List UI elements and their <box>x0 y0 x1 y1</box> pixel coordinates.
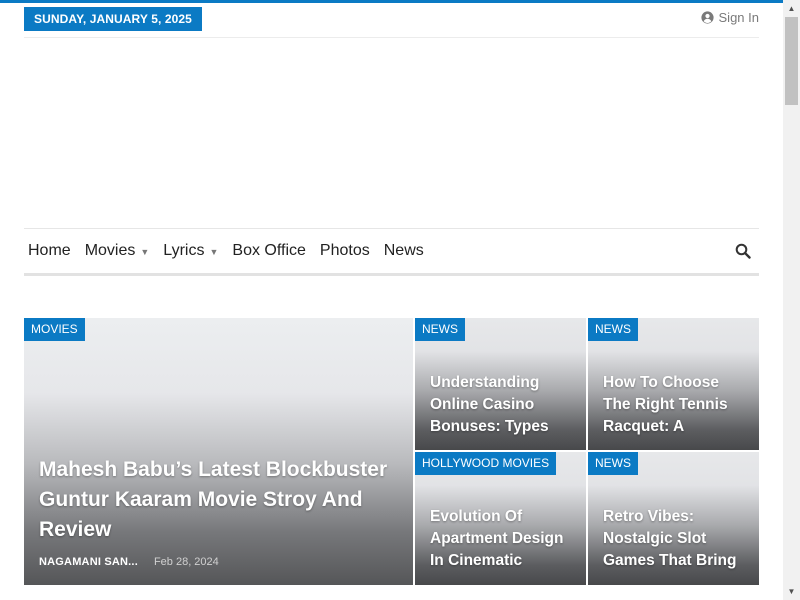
nav-item-home[interactable]: Home <box>24 229 75 276</box>
post-card[interactable]: NEWS Understanding Online Casino Bonuses… <box>415 318 586 450</box>
category-badge[interactable]: NEWS <box>415 318 465 341</box>
category-badge[interactable]: NEWS <box>588 452 638 475</box>
featured-post-card[interactable]: MOVIES Mahesh Babu’s Latest Blockbuster … <box>24 318 413 585</box>
chevron-down-icon: ▼ <box>140 247 150 257</box>
scroll-down-arrow-icon[interactable]: ▼ <box>783 583 800 600</box>
post-title[interactable]: Retro Vibes: Nostalgic Slot Games That B… <box>603 506 748 572</box>
nav-label-news: News <box>383 242 424 259</box>
nav-item-news[interactable]: News <box>380 229 428 273</box>
user-circle-icon <box>700 11 714 24</box>
ad-banner-area <box>24 38 759 228</box>
nav-label-home: Home <box>28 242 71 259</box>
scroll-up-arrow-icon[interactable]: ▲ <box>783 0 800 17</box>
search-icon[interactable] <box>735 243 751 259</box>
post-meta: NAGAMANI SAN... Feb 28, 2024 <box>39 556 219 568</box>
category-badge[interactable]: HOLLYWOOD MOVIES <box>415 452 557 475</box>
post-card[interactable]: NEWS How To Choose The Right Tennis Racq… <box>588 318 759 450</box>
post-author[interactable]: NAGAMANI SAN... <box>39 556 138 568</box>
post-date: Feb 28, 2024 <box>153 556 219 568</box>
category-badge[interactable]: MOVIES <box>24 318 85 341</box>
sign-in-link[interactable]: Sign In <box>700 10 759 25</box>
date-badge: SUNDAY, JANUARY 5, 2025 <box>24 7 202 31</box>
top-accent-bar <box>0 0 783 3</box>
category-badge[interactable]: NEWS <box>588 318 638 341</box>
nav-item-lyrics[interactable]: Lyrics ▼ <box>159 229 222 273</box>
featured-post-title[interactable]: Mahesh Babu’s Latest Blockbuster Guntur … <box>39 455 399 545</box>
scroll-thumb[interactable] <box>785 17 798 105</box>
nav-label-photos: Photos <box>319 242 370 259</box>
post-card[interactable]: HOLLYWOOD MOVIES Evolution Of Apartment … <box>415 452 586 585</box>
post-title[interactable]: Understanding Online Casino Bonuses: Typ… <box>430 372 575 438</box>
chevron-down-icon: ▼ <box>209 247 219 257</box>
post-title[interactable]: Evolution Of Apartment Design In Cinemat… <box>430 506 575 572</box>
page-scrollbar[interactable]: ▲ ▼ <box>783 0 800 600</box>
nav-label-movies: Movies <box>84 242 136 259</box>
nav-item-movies[interactable]: Movies ▼ <box>80 229 154 276</box>
nav-item-photos[interactable]: Photos <box>316 229 374 273</box>
nav-label-lyrics: Lyrics <box>163 242 205 259</box>
featured-posts-grid: MOVIES Mahesh Babu’s Latest Blockbuster … <box>24 318 759 585</box>
main-navigation: Home Movies ▼ Lyrics ▼ Box Office Photos… <box>24 229 759 276</box>
post-title[interactable]: How To Choose The Right Tennis Racquet: … <box>603 372 748 438</box>
nav-bottom-border <box>24 273 759 276</box>
post-card[interactable]: NEWS Retro Vibes: Nostalgic Slot Games T… <box>588 452 759 585</box>
nav-item-box-office[interactable]: Box Office <box>228 229 310 273</box>
sign-in-label: Sign In <box>718 10 759 25</box>
nav-label-box-office: Box Office <box>232 242 306 259</box>
